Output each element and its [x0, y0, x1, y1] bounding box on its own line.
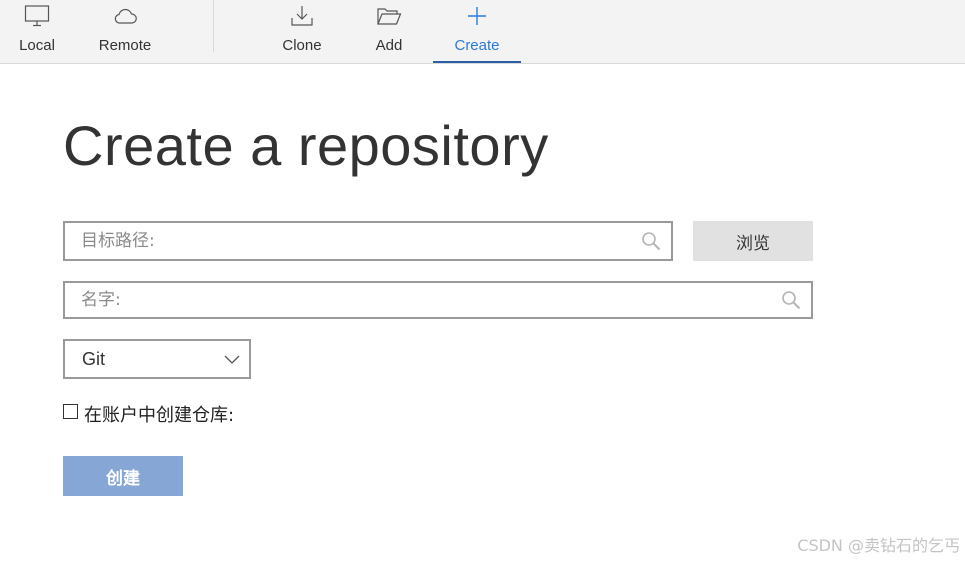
chevron-down-icon [224, 355, 240, 364]
tab-local-label: Local [19, 37, 55, 54]
tab-clone-label: Clone [282, 37, 322, 54]
tab-clone[interactable]: Clone [274, 0, 330, 63]
monitor-icon [24, 5, 50, 27]
search-icon[interactable] [781, 290, 801, 310]
tab-create[interactable]: Create [433, 0, 521, 63]
path-field[interactable] [63, 221, 673, 261]
folder-open-icon [377, 8, 402, 25]
active-tab-indicator [433, 61, 521, 63]
vcs-select[interactable]: Git [63, 339, 251, 379]
tab-add-label: Add [375, 37, 403, 54]
search-icon[interactable] [641, 231, 661, 251]
plus-icon [468, 7, 486, 25]
tab-remote[interactable]: Remote [90, 0, 160, 63]
name-input[interactable] [81, 283, 771, 317]
tab-add[interactable]: Add [364, 0, 414, 63]
watermark: CSDN @卖钻石的乞丐 [797, 536, 960, 555]
tab-local[interactable]: Local [10, 0, 64, 63]
vcs-select-value: Git [82, 349, 106, 369]
toolbar: Local Remote Clone Add Create [0, 0, 965, 64]
tab-create-label: Create [454, 37, 500, 54]
create-button[interactable]: 创建 [63, 456, 183, 496]
name-field[interactable] [63, 281, 813, 319]
toolbar-separator [213, 0, 214, 52]
browse-button[interactable]: 浏览 [693, 221, 813, 261]
account-checkbox-label: 在账户中创建仓库: [84, 405, 235, 426]
page-title: Create a repository [63, 114, 549, 177]
download-icon [291, 6, 313, 26]
cloud-icon [114, 8, 137, 24]
tab-remote-label: Remote [98, 37, 152, 54]
account-checkbox[interactable] [63, 404, 78, 419]
path-input[interactable] [81, 223, 631, 259]
